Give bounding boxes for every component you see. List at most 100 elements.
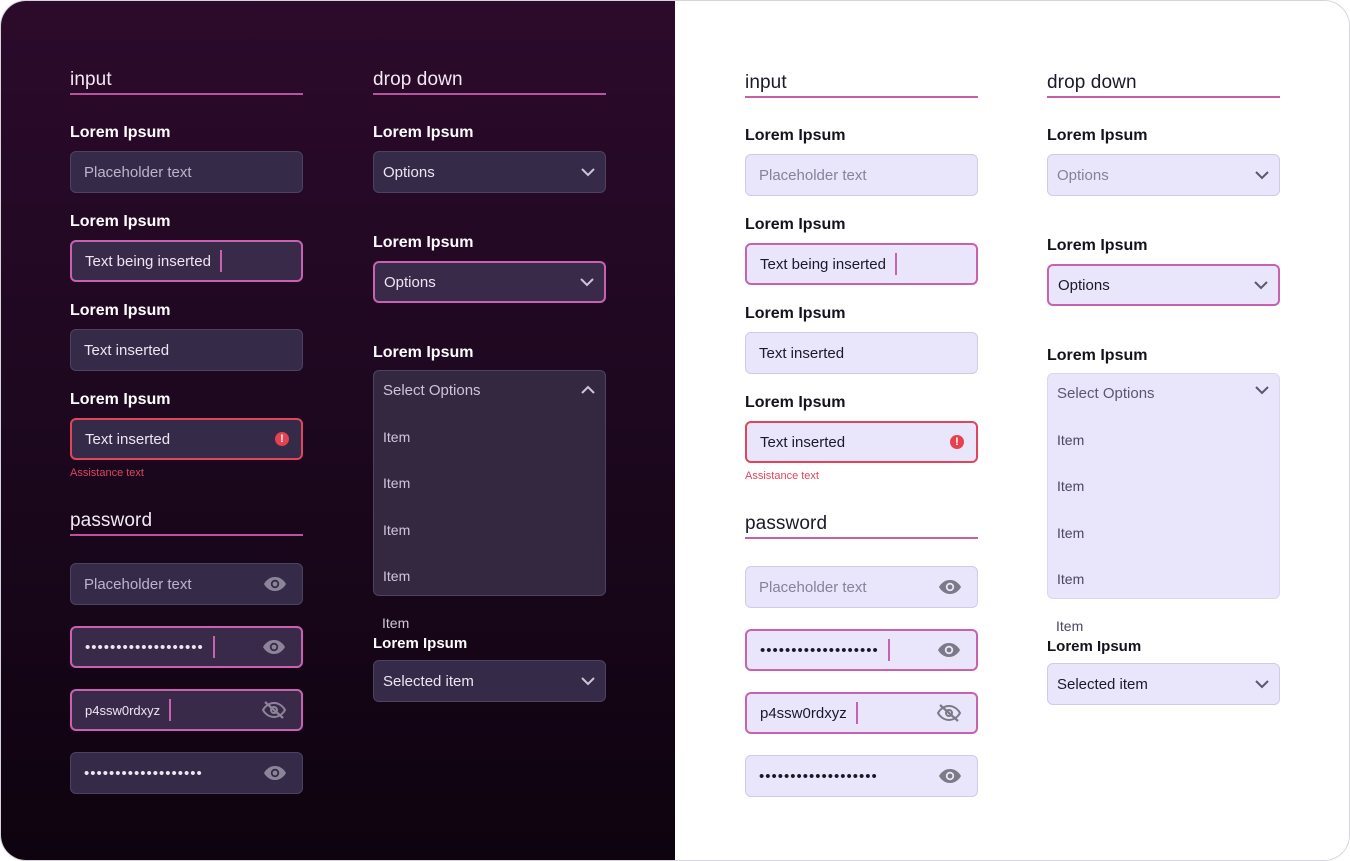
dropdown-item-overflow[interactable]: Item bbox=[1056, 618, 1289, 634]
input-value: Text inserted bbox=[84, 341, 170, 359]
dropdown-item[interactable]: Item bbox=[1057, 571, 1084, 587]
text-input-filled[interactable]: Text inserted bbox=[745, 332, 978, 374]
section-title-password: password bbox=[70, 510, 303, 536]
dropdown-item[interactable]: Item bbox=[1057, 478, 1084, 494]
text-input-filled[interactable]: Text inserted bbox=[70, 329, 303, 371]
password-input-focused[interactable]: ••••••••••••••••••• bbox=[70, 626, 303, 668]
field-label: Lorem Ipsum bbox=[70, 302, 171, 319]
field-label: Lorem Ipsum bbox=[373, 234, 474, 251]
password-masked-value: ••••••••••••••••••• bbox=[85, 638, 204, 656]
eye-off-icon[interactable] bbox=[262, 701, 286, 719]
password-visible-value: p4ssw0rdxyz bbox=[85, 702, 161, 718]
text-input-focused[interactable]: Text being inserted bbox=[70, 240, 303, 282]
section-title-input: input bbox=[745, 72, 978, 98]
section-title-password: password bbox=[745, 513, 978, 539]
dropdown-header[interactable]: Select Options bbox=[374, 371, 605, 409]
text-input-error[interactable]: Text inserted ! bbox=[745, 421, 978, 463]
eye-off-icon[interactable] bbox=[937, 704, 961, 722]
input-placeholder: Placeholder text bbox=[84, 575, 192, 593]
password-input-placeholder[interactable]: Placeholder text bbox=[745, 566, 978, 608]
field-label: Lorem Ipsum bbox=[70, 124, 171, 141]
dropdown-item[interactable]: Item bbox=[1057, 432, 1084, 448]
input-placeholder: Placeholder text bbox=[759, 166, 867, 184]
dropdown-item[interactable]: Item bbox=[383, 475, 410, 491]
dropdown-open[interactable]: Select Options Item Item Item Item bbox=[373, 370, 606, 596]
text-caret bbox=[212, 636, 215, 658]
chevron-down-icon bbox=[1254, 281, 1268, 290]
eye-icon[interactable] bbox=[938, 768, 962, 784]
chevron-down-icon bbox=[580, 278, 594, 287]
dropdown-item-overflow[interactable]: Item bbox=[382, 615, 615, 631]
field-label: Lorem Ipsum bbox=[1047, 347, 1148, 364]
field-label: Lorem Ipsum bbox=[373, 635, 468, 652]
input-value: Text inserted bbox=[759, 344, 845, 362]
eye-icon[interactable] bbox=[263, 765, 287, 781]
text-caret bbox=[219, 250, 222, 272]
dropdown-closed[interactable]: Options bbox=[373, 151, 606, 193]
input-placeholder: Placeholder text bbox=[759, 578, 867, 596]
dropdown-selected[interactable]: Selected item bbox=[1047, 663, 1280, 705]
password-input-placeholder[interactable]: Placeholder text bbox=[70, 563, 303, 605]
field-label: Lorem Ipsum bbox=[1047, 638, 1142, 655]
section-title-dropdown: drop down bbox=[1047, 72, 1280, 98]
section-title-dropdown: drop down bbox=[373, 69, 606, 95]
dropdown-selected[interactable]: Selected item bbox=[373, 660, 606, 702]
light-theme-panel: input Lorem Ipsum Placeholder text Lorem… bbox=[675, 1, 1349, 860]
password-input-filled[interactable]: ••••••••••••••••••• bbox=[745, 755, 978, 797]
text-caret bbox=[855, 702, 858, 724]
password-input-filled[interactable]: ••••••••••••••••••• bbox=[70, 752, 303, 794]
eye-icon[interactable] bbox=[262, 639, 286, 655]
dark-theme-panel: input Lorem Ipsum Placeholder text Lorem… bbox=[1, 1, 675, 860]
dropdown-focused[interactable]: Options bbox=[1047, 264, 1280, 306]
section-title-input: input bbox=[70, 69, 303, 95]
dropdown-item[interactable]: Item bbox=[383, 522, 410, 538]
text-caret bbox=[894, 253, 897, 275]
dropdown-value: Options bbox=[1058, 276, 1110, 294]
error-icon: ! bbox=[950, 435, 964, 449]
dropdown-open[interactable]: Select Options Item Item Item Item bbox=[1047, 373, 1280, 599]
input-placeholder: Placeholder text bbox=[84, 163, 192, 181]
dropdown-header-text: Select Options bbox=[383, 381, 481, 399]
password-input-visible[interactable]: p4ssw0rdxyz bbox=[745, 692, 978, 734]
dropdown-header[interactable]: Select Options bbox=[1048, 374, 1279, 412]
field-label: Lorem Ipsum bbox=[1047, 127, 1148, 144]
field-label: Lorem Ipsum bbox=[70, 391, 171, 408]
dropdown-item[interactable]: Item bbox=[1057, 525, 1084, 541]
text-input-focused[interactable]: Text being inserted bbox=[745, 243, 978, 285]
dropdown-item[interactable]: Item bbox=[383, 568, 410, 584]
input-value: Text being inserted bbox=[760, 255, 886, 273]
assistance-text: Assistance text bbox=[745, 470, 819, 482]
field-label: Lorem Ipsum bbox=[745, 216, 846, 233]
password-input-visible[interactable]: p4ssw0rdxyz bbox=[70, 689, 303, 731]
dropdown-closed[interactable]: Options bbox=[1047, 154, 1280, 196]
dropdown-header-text: Select Options bbox=[1057, 384, 1155, 402]
dropdown-value: Selected item bbox=[383, 672, 474, 690]
password-input-focused[interactable]: ••••••••••••••••••• bbox=[745, 629, 978, 671]
text-input-placeholder[interactable]: Placeholder text bbox=[745, 154, 978, 196]
input-value: Text being inserted bbox=[85, 252, 211, 270]
chevron-up-icon bbox=[581, 385, 595, 394]
text-input-error[interactable]: Text inserted ! bbox=[70, 418, 303, 460]
dropdown-value: Options bbox=[384, 273, 436, 291]
eye-icon[interactable] bbox=[938, 579, 962, 595]
chevron-down-icon bbox=[1255, 171, 1269, 180]
eye-icon[interactable] bbox=[263, 576, 287, 592]
chevron-down-icon bbox=[1255, 680, 1269, 689]
password-masked-value: ••••••••••••••••••• bbox=[760, 641, 879, 659]
eye-icon[interactable] bbox=[937, 642, 961, 658]
field-label: Lorem Ipsum bbox=[745, 305, 846, 322]
field-label: Lorem Ipsum bbox=[745, 127, 846, 144]
dropdown-focused[interactable]: Options bbox=[373, 261, 606, 303]
input-value: Text inserted bbox=[760, 433, 846, 451]
dropdown-value: Options bbox=[1057, 166, 1109, 184]
field-label: Lorem Ipsum bbox=[745, 394, 846, 411]
text-caret bbox=[169, 699, 172, 721]
text-caret bbox=[887, 639, 890, 661]
assistance-text: Assistance text bbox=[70, 467, 144, 479]
field-label: Lorem Ipsum bbox=[373, 344, 474, 361]
text-input-placeholder[interactable]: Placeholder text bbox=[70, 151, 303, 193]
dropdown-item[interactable]: Item bbox=[383, 429, 410, 445]
field-label: Lorem Ipsum bbox=[70, 213, 171, 230]
dropdown-column: drop down Lorem Ipsum Options Lorem Ipsu… bbox=[373, 69, 606, 702]
password-visible-value: p4ssw0rdxyz bbox=[760, 704, 847, 722]
